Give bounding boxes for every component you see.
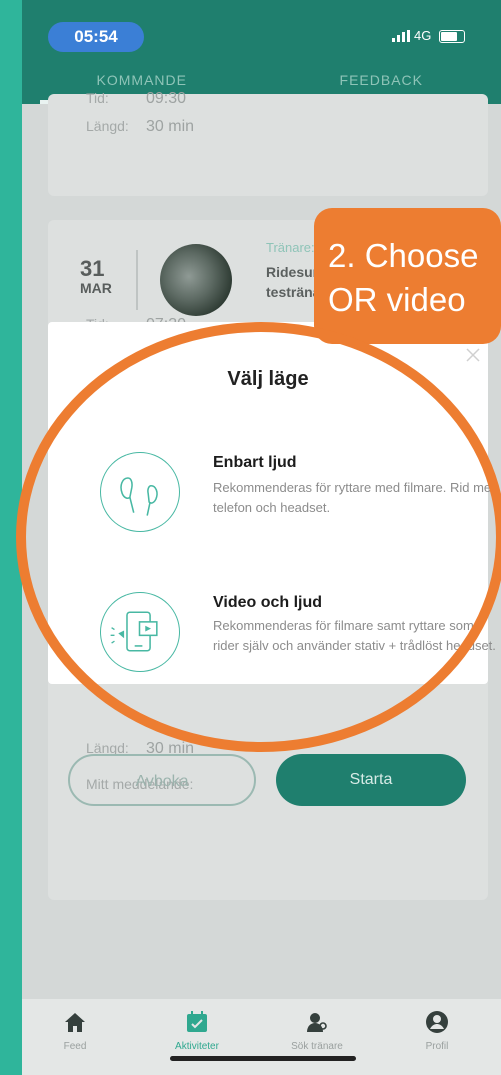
search-trainer-icon <box>307 1013 327 1032</box>
home-icon <box>65 1013 85 1032</box>
nav-item-profil[interactable]: Profil <box>392 1009 482 1052</box>
status-indicators: 4G <box>392 26 466 46</box>
close-icon[interactable] <box>466 348 480 362</box>
calendar-check-icon <box>187 1011 207 1032</box>
profile-icon <box>426 1011 448 1033</box>
booking-card: Tid: 09:30 Längd: 30 min <box>48 90 488 196</box>
nav-label-feed: Feed <box>63 1041 87 1052</box>
cancel-booking-button[interactable]: Avboka <box>68 754 256 806</box>
status-time: 05:54 <box>48 22 144 52</box>
home-indicator <box>170 1056 356 1061</box>
date-month: MAR <box>80 280 112 296</box>
app-bar: 05:54 4G KOMMANDE FEEDBACK <box>22 0 501 104</box>
nav-label-profil: Profil <box>425 1041 449 1052</box>
start-button[interactable]: Starta <box>276 754 466 806</box>
time-value: 09:30 <box>146 90 187 107</box>
nav-item-sok-tranare[interactable]: Sök tränare <box>272 1009 362 1052</box>
time-label: Tid: <box>86 90 109 106</box>
nav-label-aktiviteter: Aktiviteter <box>175 1041 219 1052</box>
nav-label-sok-tranare: Sök tränare <box>291 1041 343 1052</box>
signal-icon <box>392 30 410 42</box>
date-divider <box>136 250 138 310</box>
length-row: Längd: 30 min <box>86 118 194 136</box>
length-value: 30 min <box>146 118 195 135</box>
nav-item-feed[interactable]: Feed <box>30 1009 120 1052</box>
network-type: 4G <box>414 28 432 43</box>
annotation-callout: 2. Choose OR video <box>314 208 501 344</box>
annotation-text: 2. Choose OR video <box>328 237 479 318</box>
nav-item-aktiviteter[interactable]: Aktiviteter <box>152 1009 242 1052</box>
length-label: Längd: <box>86 118 129 134</box>
bottom-nav: Feed Aktiviteter Sök tränare Profil <box>22 999 501 1075</box>
date-day: 31 <box>80 256 105 281</box>
annotation-ellipse <box>16 322 501 752</box>
battery-icon <box>439 29 466 43</box>
trainer-label: Tränare: <box>266 240 315 255</box>
time-row: Tid: 09:30 <box>86 90 186 108</box>
trainer-avatar <box>160 244 232 316</box>
